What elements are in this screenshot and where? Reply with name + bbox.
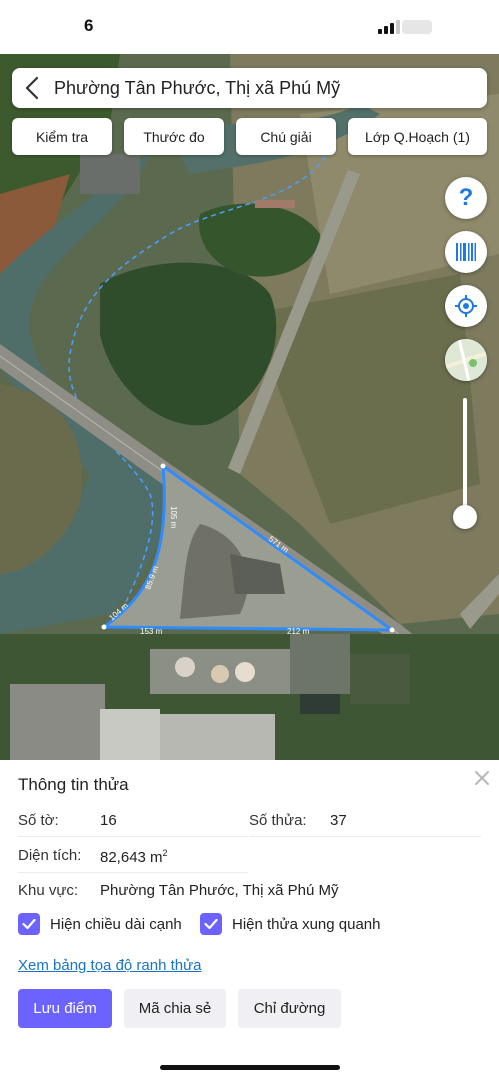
divider: [18, 836, 248, 837]
so-to-label: Số tờ:: [18, 812, 59, 829]
checkbox-checked-icon[interactable]: [200, 913, 222, 935]
directions-button[interactable]: Chỉ đường: [238, 989, 341, 1028]
home-indicator: [160, 1065, 340, 1070]
zoom-slider-track[interactable]: [463, 398, 467, 520]
edge-label: 212 m: [287, 627, 310, 636]
location-title: Phường Tân Phước, Thị xã Phú Mỹ: [54, 77, 341, 98]
coordinate-table-link[interactable]: Xem bảng tọa độ ranh thửa: [18, 957, 202, 974]
satellite-map[interactable]: 105 m 571 m 85.9 m 104 m 153 m 212 m: [0, 54, 499, 760]
divider: [18, 872, 248, 873]
edge-label: 153 m: [140, 627, 163, 636]
location-search-bar[interactable]: Phường Tân Phước, Thị xã Phú Mỹ: [12, 68, 487, 108]
khu-vuc-label: Khu vực:: [18, 882, 79, 899]
divider: [249, 836, 481, 837]
edge-length-label: Hiện chiều dài cạnh: [50, 915, 182, 933]
barcode-icon: [456, 243, 476, 261]
help-button[interactable]: ?: [445, 177, 487, 219]
status-time: 6: [84, 16, 94, 35]
checkbox-checked-icon[interactable]: [18, 913, 40, 935]
so-thua-value: 37: [330, 812, 347, 829]
zoom-slider-thumb[interactable]: [453, 505, 477, 529]
app-screen: 6 105 m 571 m 85.9 m 104 m 153 m 212 m P…: [0, 0, 499, 1080]
save-point-button[interactable]: Lưu điểm: [18, 989, 112, 1028]
status-bar: 6: [0, 0, 499, 54]
tab-kiem-tra[interactable]: Kiểm tra: [12, 118, 112, 155]
dien-tich-label: Diện tích:: [18, 847, 82, 864]
panel-title: Thông tin thửa: [18, 775, 129, 794]
locate-button[interactable]: [445, 285, 487, 327]
edge-label: 105 m: [169, 506, 178, 529]
dien-tich-value: 82,643 m2: [100, 848, 168, 866]
map-layer-icon: [445, 339, 487, 381]
tab-chu-giai[interactable]: Chú giải: [236, 118, 336, 155]
edge-length-toggle[interactable]: Hiện chiều dài cạnh: [18, 913, 182, 935]
close-icon[interactable]: [472, 768, 492, 788]
parcel-info-panel: Thông tin thửa Số tờ: 16 Số thửa: 37 Diệ…: [0, 760, 499, 1080]
battery-icon: [402, 20, 432, 34]
help-icon: ?: [458, 184, 474, 211]
locate-icon: [455, 295, 477, 317]
tab-thuoc-do[interactable]: Thước đo: [124, 118, 224, 155]
tab-lop-quy-hoach[interactable]: Lớp Q.Hoạch (1): [348, 118, 487, 155]
khu-vuc-value: Phường Tân Phước, Thị xã Phú Mỹ: [100, 882, 339, 899]
neighbors-label: Hiện thửa xung quanh: [232, 915, 381, 933]
so-thua-label: Số thửa:: [249, 812, 307, 829]
share-code-button[interactable]: Mã chia sẻ: [124, 989, 226, 1028]
signal-icon: [378, 20, 400, 34]
barcode-button[interactable]: [445, 231, 487, 273]
neighbors-toggle[interactable]: Hiện thửa xung quanh: [200, 913, 380, 935]
map-layer-button[interactable]: [445, 339, 487, 381]
back-arrow-icon[interactable]: [12, 68, 52, 108]
so-to-value: 16: [100, 812, 117, 829]
